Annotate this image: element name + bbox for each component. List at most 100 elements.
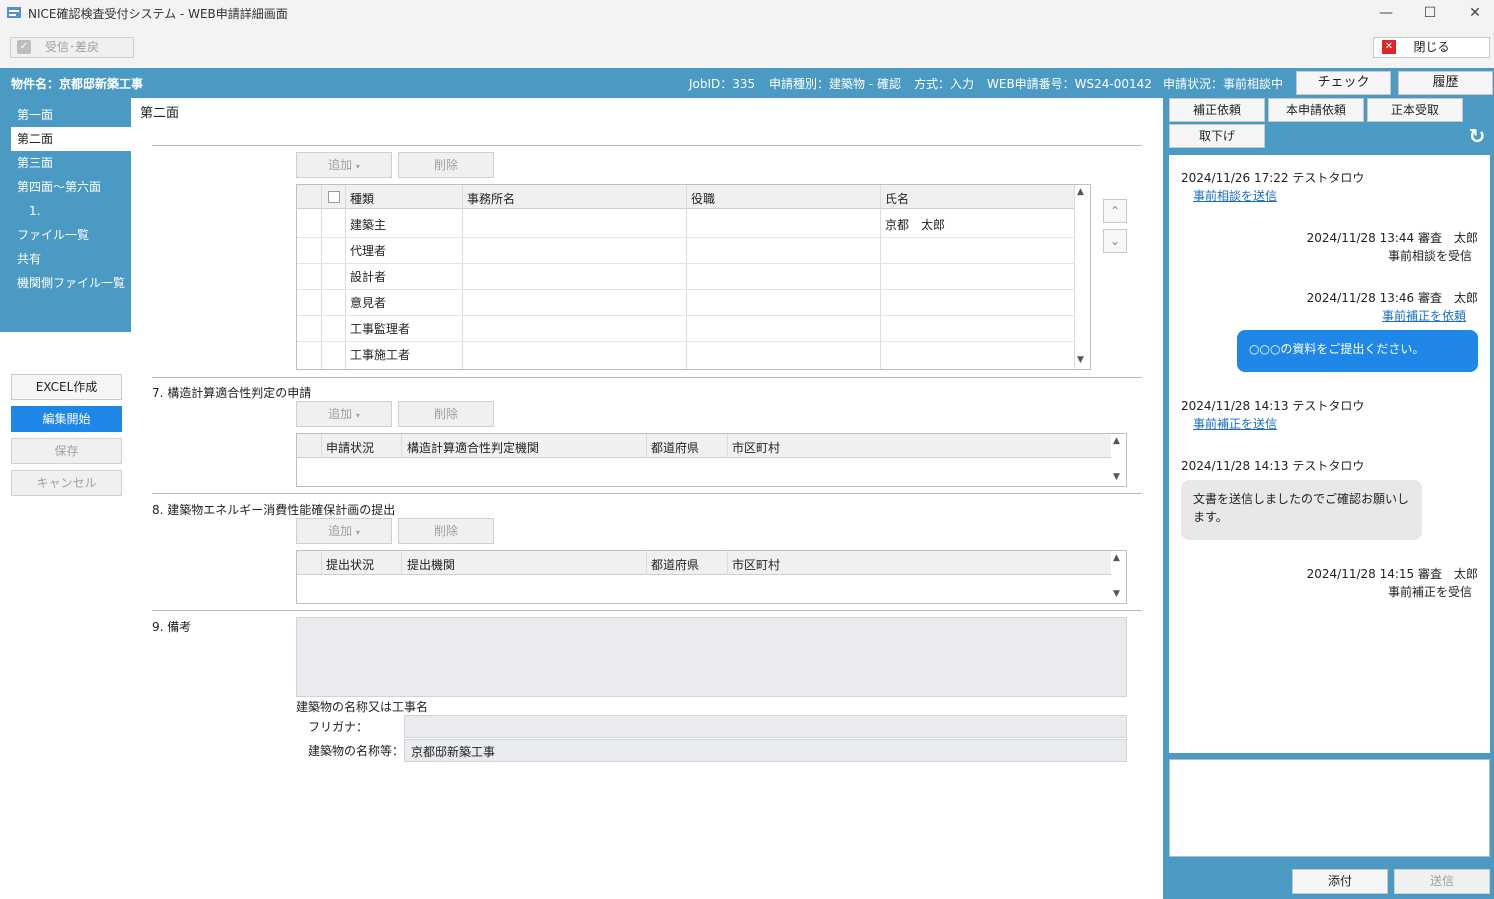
section9-title: 9. 備考 [152, 620, 192, 634]
sec8-grid: 提出状況 提出機関 都道府県 市区町村 ▲ ▼ [296, 550, 1127, 604]
receive-return-button[interactable]: ✓ 受信･差戻 [10, 37, 134, 58]
application-status: 申請状況：事前相談中 [1163, 77, 1284, 91]
window-title: NICE確認検査受付システム - WEB申請詳細画面 [28, 7, 288, 21]
scroll-up-arrow-icon[interactable]: ▲ [1113, 553, 1120, 563]
minimize-button[interactable]: — [1376, 3, 1396, 23]
section-divider [152, 610, 1142, 611]
building-name-value: 京都邸新築工事 [411, 745, 496, 759]
close-red-icon: ✕ [1382, 40, 1396, 54]
nav-item-page3[interactable]: 第三面 [11, 151, 131, 175]
section-divider [152, 493, 1142, 494]
attach-button[interactable]: 添付 [1292, 869, 1388, 894]
edit-start-button[interactable]: 編集開始 [11, 406, 122, 432]
dropdown-caret-icon: ▾ [355, 411, 360, 420]
message-meta: 2024/11/28 14:13 テストタロウ [1181, 459, 1365, 473]
message-text: 事前相談を受信 [1387, 249, 1472, 263]
message-link[interactable]: 事前補正を送信 [1193, 415, 1277, 432]
scroll-down-arrow-icon[interactable]: ▼ [1077, 355, 1084, 365]
correction-request-button[interactable]: 補正依頼 [1169, 98, 1265, 122]
message-text: 事前補正を受信 [1387, 585, 1472, 599]
furigana-label: フリガナ： [308, 720, 369, 734]
row-kind-contractor: 工事施工者 [350, 348, 411, 362]
page-title: 第二面 [140, 106, 180, 121]
section-divider [152, 377, 1142, 378]
persons-add-button[interactable]: 追加 ▾ [296, 152, 392, 178]
nav-item-page2[interactable]: 第二面 [11, 127, 131, 151]
sec7-col-city: 市区町村 [732, 441, 781, 455]
scroll-up-arrow-icon[interactable]: ▲ [1113, 436, 1120, 446]
message-meta: 2024/11/28 14:15 審査 太郎 [1306, 567, 1478, 581]
message-link[interactable]: 事前補正を依頼 [1382, 307, 1466, 324]
message-meta: 2024/11/28 13:46 審査 太郎 [1306, 291, 1478, 305]
section8-title: 8. 建築物エネルギー消費性能確保計画の提出 [152, 503, 396, 517]
toolbar: ✓ 受信･差戻 ✕ 閉じる [0, 26, 1494, 68]
message-link[interactable]: 事前相談を送信 [1193, 187, 1277, 204]
building-name-label: 建築物の名称等： [308, 744, 405, 758]
job-id: JobID：335 [689, 77, 756, 91]
scroll-down-arrow-icon[interactable]: ▼ [1113, 589, 1120, 599]
property-name: 物件名：京都邸新築工事 [11, 77, 144, 91]
section-divider [152, 145, 1142, 146]
col-header-kind: 種類 [350, 192, 375, 206]
original-receipt-button[interactable]: 正本受取 [1367, 98, 1463, 122]
window-close-button[interactable]: ✕ [1465, 3, 1485, 23]
move-up-button[interactable]: ⌃ [1103, 199, 1127, 223]
nav-item-agency-files[interactable]: 機関側ファイル一覧 [11, 271, 131, 295]
building-name-heading: 建築物の名称又は工事名 [296, 700, 429, 714]
check-button[interactable]: チェック [1296, 71, 1391, 95]
sec8-add-button[interactable]: 追加 ▾ [296, 518, 392, 544]
nav-item-file-list[interactable]: ファイル一覧 [11, 223, 131, 247]
sec7-delete-button[interactable]: 削除 [398, 401, 494, 427]
nav-item-page4-6[interactable]: 第四面～第六面 [11, 175, 131, 199]
sec8-col-status: 提出状況 [326, 558, 375, 572]
cancel-button[interactable]: キャンセル [11, 470, 122, 496]
move-down-button[interactable]: ⌄ [1103, 229, 1127, 253]
col-header-post: 役職 [691, 192, 716, 206]
application-method: 方式：入力 [914, 77, 975, 91]
nav-item-page1[interactable]: 第一面 [11, 103, 131, 127]
persons-delete-button[interactable]: 削除 [398, 152, 494, 178]
persons-add-label: 追加 [328, 158, 353, 172]
sec8-delete-button[interactable]: 削除 [398, 518, 494, 544]
app-icon [7, 7, 21, 18]
message-bubble-sent: ○○○の資料をご提出ください。 [1237, 330, 1478, 372]
close-app-label: 閉じる [1413, 40, 1450, 54]
withdraw-button[interactable]: 取下げ [1169, 124, 1265, 148]
application-type: 申請種別：建築物 - 確認 [769, 77, 901, 91]
maximize-button[interactable]: ☐ [1420, 3, 1440, 23]
sec7-col-agency: 構造計算適合性判定機関 [407, 441, 540, 455]
furigana-input[interactable] [404, 715, 1127, 738]
row-kind-agent: 代理者 [350, 244, 387, 258]
sec8-col-agency: 提出機関 [407, 558, 456, 572]
building-name-input[interactable]: 京都邸新築工事 [404, 739, 1127, 762]
scroll-down-arrow-icon[interactable]: ▼ [1113, 472, 1120, 482]
side-navigation: 第一面 第二面 第三面 第四面～第六面 1. ファイル一覧 共有 機関側ファイル… [0, 98, 131, 332]
select-all-checkbox[interactable] [328, 191, 340, 203]
message-input[interactable] [1169, 759, 1490, 857]
receive-return-label: 受信･差戻 [45, 40, 100, 54]
excel-create-button[interactable]: EXCEL作成 [11, 374, 122, 400]
sec7-grid: 申請状況 構造計算適合性判定機関 都道府県 市区町村 ▲ ▼ [296, 433, 1127, 487]
row-name-owner: 京都 太郎 [885, 218, 946, 232]
remarks-textarea[interactable] [296, 617, 1127, 697]
history-button[interactable]: 履歴 [1398, 71, 1493, 95]
nav-item-share[interactable]: 共有 [11, 247, 131, 271]
main-application-request-button[interactable]: 本申請依頼 [1268, 98, 1364, 122]
message-bubble-received: 文書を送信しましたのでご確認お願いします。 [1181, 480, 1422, 540]
row-kind-designer: 設計者 [350, 270, 387, 284]
persons-grid: 種類 事務所名 役職 氏名 建築主 京都 太郎 代理者 設計者 意見者 工事監理… [296, 184, 1091, 370]
row-kind-opinion: 意見者 [350, 296, 387, 310]
sec8-add-label: 追加 [328, 524, 353, 538]
close-app-button[interactable]: ✕ 閉じる [1373, 37, 1490, 58]
save-button[interactable]: 保存 [11, 438, 122, 464]
sec8-col-city: 市区町村 [732, 558, 781, 572]
refresh-icon[interactable]: ↻ [1465, 124, 1489, 148]
sec7-add-button[interactable]: 追加 ▾ [296, 401, 392, 427]
sec7-col-prefecture: 都道府県 [651, 441, 700, 455]
send-button[interactable]: 送信 [1394, 869, 1490, 894]
scroll-up-arrow-icon[interactable]: ▲ [1077, 187, 1084, 197]
col-header-office: 事務所名 [467, 192, 516, 206]
sec7-col-status: 申請状況 [326, 441, 375, 455]
nav-item-sub-1[interactable]: 1. [11, 199, 131, 223]
sec7-add-label: 追加 [328, 407, 353, 421]
